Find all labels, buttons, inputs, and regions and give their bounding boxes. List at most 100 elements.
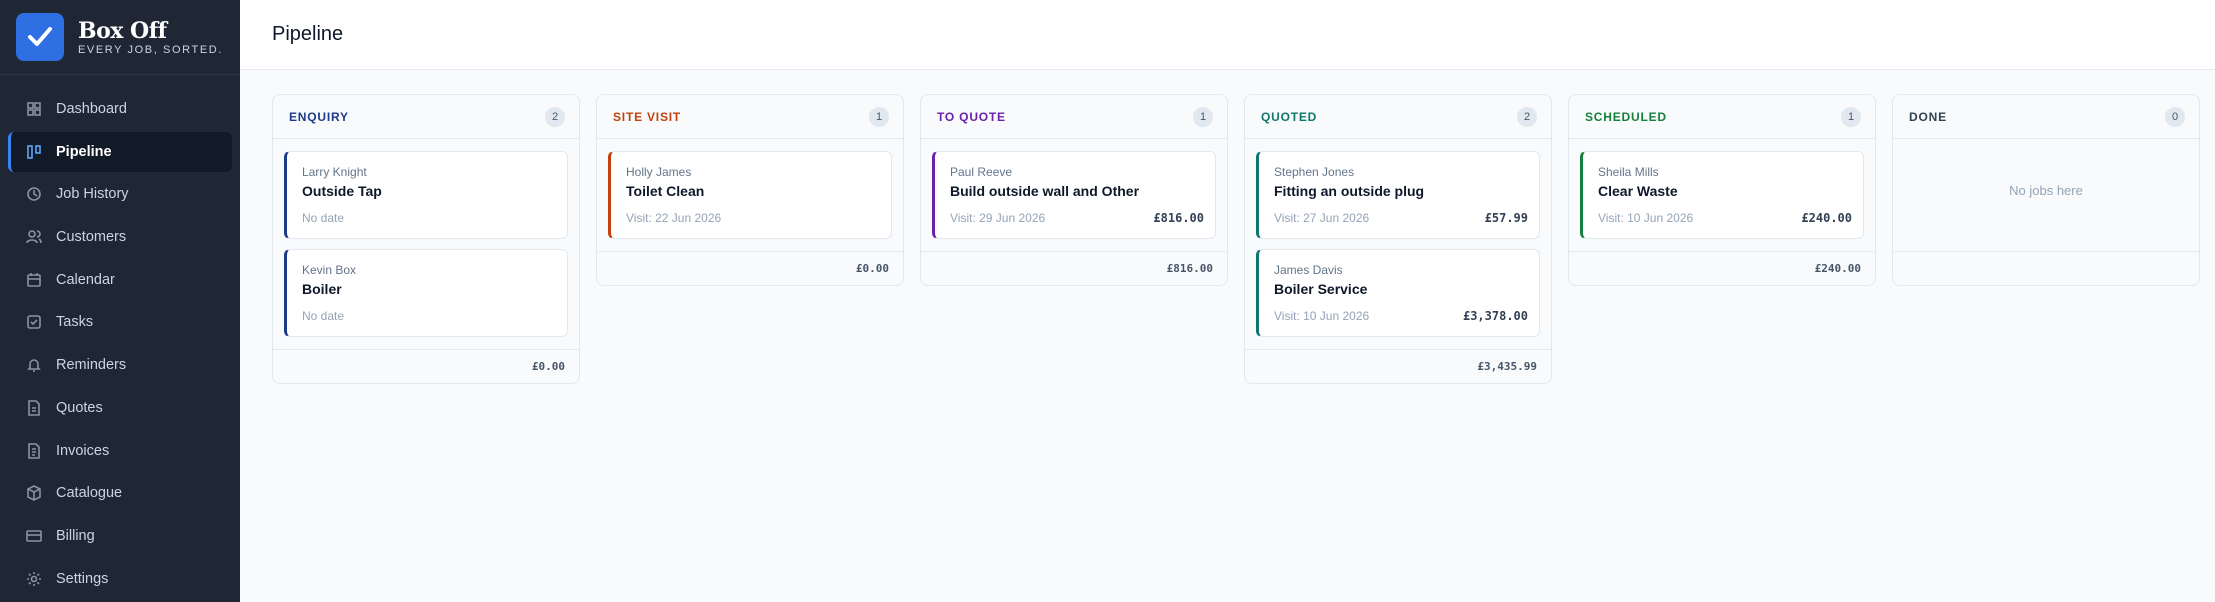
card-title: Toilet Clean	[626, 183, 705, 199]
sidebar-item-catalogue[interactable]: Catalogue	[8, 473, 232, 513]
column-count-badge: 1	[1193, 106, 1213, 127]
column-count-badge: 1	[869, 106, 889, 127]
card-amount: £57.99	[1484, 211, 1528, 225]
job-card[interactable]: Stephen Jones Fitting an outside plug Visi…	[1256, 151, 1540, 239]
brand-name: Box Off	[78, 17, 167, 44]
card-amount: £3,378.00	[1462, 309, 1528, 323]
sidebar-item-label: Quotes	[56, 399, 103, 416]
sidebar-item-label: Pipeline	[56, 143, 112, 160]
history-icon	[26, 186, 42, 202]
sidebar-item-invoices[interactable]: Invoices	[8, 431, 232, 471]
sidebar-item-quotes[interactable]: Quotes	[8, 388, 232, 428]
pipeline-column-scheduled: SCHEDULED 1 Sheila Mills Clear Waste Visit: …	[1568, 94, 1876, 286]
card-customer: Larry Knight	[302, 165, 367, 179]
job-card[interactable]: James Davis Boiler Service Visit: 10 Jun 2…	[1256, 249, 1540, 337]
sidebar-item-label: Tasks	[56, 314, 94, 331]
sidebar-item-label: Customers	[56, 229, 127, 246]
pipeline-column-site-visit: SITE VISIT 1 Holly James Toilet Clean Visit:…	[596, 94, 904, 286]
sidebar-item-billing[interactable]: Billing	[8, 516, 232, 556]
column-count-badge: 2	[1517, 106, 1537, 127]
sidebar-item-label: Reminders	[56, 357, 127, 374]
column-body: No jobs here	[1893, 139, 2199, 251]
column-total: £3,435.99	[1245, 349, 1551, 383]
column-body: Paul Reeve Build outside wall and Other Vi…	[921, 139, 1227, 251]
card-amount: £240.00	[1801, 211, 1852, 225]
gear-icon	[26, 571, 42, 587]
column-header: SITE VISIT 1	[597, 95, 903, 139]
grid-icon	[26, 101, 42, 117]
card-amount: £816.00	[1153, 211, 1204, 225]
kanban-icon	[26, 144, 42, 160]
column-total: £0.00	[597, 251, 903, 285]
card-customer: Sheila Mills	[1598, 165, 1659, 179]
column-body: Holly James Toilet Clean Visit: 22 Jun 202…	[597, 139, 903, 251]
empty-state: No jobs here	[2009, 182, 2083, 198]
sidebar-item-customers[interactable]: Customers	[8, 217, 232, 257]
card-date: No date	[302, 211, 345, 225]
page-title: Pipeline	[272, 23, 344, 45]
sidebar-nav: Dashboard Pipeline Job History Customers Cal…	[0, 75, 240, 601]
card-title: Boiler Service	[1274, 281, 1368, 297]
column-title: SCHEDULED	[1585, 109, 1667, 124]
credit-card-icon	[26, 528, 42, 544]
sidebar-item-label: Catalogue	[56, 485, 123, 502]
users-icon	[26, 229, 42, 245]
sidebar-item-reminders[interactable]: Reminders	[8, 345, 232, 385]
column-total	[1893, 251, 2199, 285]
column-title: TO QUOTE	[937, 109, 1006, 124]
card-title: Boiler	[302, 281, 342, 297]
card-title: Build outside wall and Other	[950, 183, 1140, 199]
column-count-badge: 0	[2165, 106, 2185, 127]
brand[interactable]: Box Off EVERY JOB, SORTED.	[0, 0, 240, 75]
sidebar-item-label: Calendar	[56, 271, 115, 288]
column-title: DONE	[1909, 109, 1947, 124]
calendar-icon	[26, 272, 42, 288]
job-card[interactable]: Paul Reeve Build outside wall and Other Vi…	[932, 151, 1216, 239]
sidebar-item-label: Invoices	[56, 442, 110, 459]
sidebar-item-tasks[interactable]: Tasks	[8, 302, 232, 342]
column-body: Stephen Jones Fitting an outside plug Visi…	[1245, 139, 1551, 349]
topbar: Pipeline	[240, 0, 2215, 70]
job-card[interactable]: Sheila Mills Clear Waste Visit: 10 Jun 202…	[1580, 151, 1864, 239]
bell-icon	[26, 357, 42, 373]
sidebar-item-settings[interactable]: Settings	[8, 559, 232, 599]
card-customer: Paul Reeve	[950, 165, 1013, 179]
pipeline-column-quoted: QUOTED 2 Stephen Jones Fitting an outside p…	[1244, 94, 1552, 384]
card-title: Outside Tap	[302, 183, 382, 199]
sidebar: Box Off EVERY JOB, SORTED. Dashboard Pipe…	[0, 0, 240, 602]
column-header: ENQUIRY 2	[273, 95, 579, 139]
brand-tagline: EVERY JOB, SORTED.	[78, 43, 223, 56]
sidebar-item-label: Job History	[56, 186, 129, 203]
job-card[interactable]: Holly James Toilet Clean Visit: 22 Jun 202…	[608, 151, 892, 239]
column-body: Larry Knight Outside Tap No date Kevin Box B…	[273, 139, 579, 349]
check-square-icon	[26, 314, 42, 330]
column-total: £240.00	[1569, 251, 1875, 285]
column-title: ENQUIRY	[289, 109, 349, 124]
column-total: £0.00	[273, 349, 579, 383]
card-date: Visit: 22 Jun 2026	[626, 211, 722, 225]
column-count-badge: 2	[545, 106, 565, 127]
pipeline-board: ENQUIRY 2 Larry Knight Outside Tap No date Ke…	[240, 70, 2215, 408]
sidebar-item-job-history[interactable]: Job History	[8, 174, 232, 214]
sidebar-item-pipeline[interactable]: Pipeline	[8, 131, 232, 172]
column-header: DONE 0	[1893, 95, 2199, 139]
job-card[interactable]: Kevin Box Boiler No date	[284, 249, 568, 337]
checkmark-logo-icon	[16, 13, 64, 61]
column-count-badge: 1	[1841, 106, 1861, 127]
box-icon	[26, 485, 42, 502]
card-title: Clear Waste	[1598, 183, 1678, 199]
card-customer: Kevin Box	[302, 263, 357, 277]
column-header: SCHEDULED 1	[1569, 95, 1875, 139]
column-header: QUOTED 2	[1245, 95, 1551, 139]
pipeline-column-enquiry: ENQUIRY 2 Larry Knight Outside Tap No date Ke…	[272, 94, 580, 384]
sidebar-item-calendar[interactable]: Calendar	[8, 260, 232, 300]
sidebar-item-label: Dashboard	[56, 101, 127, 117]
column-header: TO QUOTE 1	[921, 95, 1227, 139]
card-customer: Stephen Jones	[1274, 165, 1355, 179]
card-customer: James Davis	[1274, 263, 1343, 277]
invoice-icon	[26, 442, 42, 459]
card-title: Fitting an outside plug	[1274, 183, 1425, 199]
column-title: QUOTED	[1261, 109, 1318, 124]
sidebar-item-dashboard[interactable]: Dashboard	[8, 89, 232, 129]
job-card[interactable]: Larry Knight Outside Tap No date	[284, 151, 568, 239]
